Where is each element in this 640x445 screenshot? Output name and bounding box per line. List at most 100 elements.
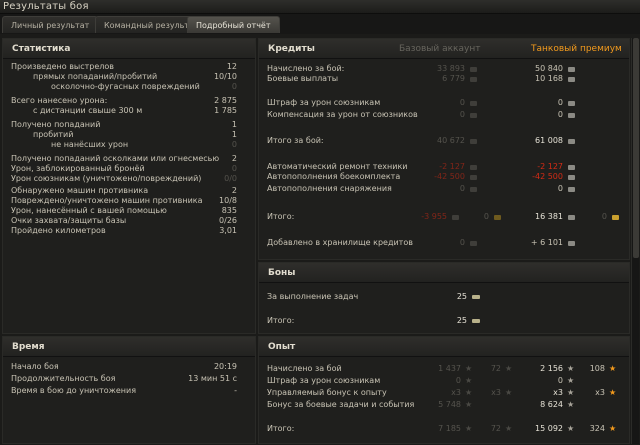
tank-premium-header: Танковый премиум xyxy=(531,44,622,54)
credit-premium-value: 0 xyxy=(557,110,563,119)
time-value: 20:19 xyxy=(213,362,237,371)
credit-label: Автопополнения боекомплекта xyxy=(267,172,401,181)
stat-label: Произведено выстрелов xyxy=(11,62,115,71)
credit-premium-value: -2 127 xyxy=(537,162,563,171)
experience-row: Итого: 7 185 ★ 15 092 ★ 72 ★ 324 ★ xyxy=(267,425,623,435)
bond-row: За выполнение задач 25 xyxy=(267,293,623,303)
xp-star-icon: ★ xyxy=(567,364,575,373)
stat-value: 12 xyxy=(226,62,237,71)
stat-label: Обнаружено машин противника xyxy=(11,186,149,195)
bonds-panel: Боны За выполнение задач 25 Итого: 25 xyxy=(258,262,630,334)
credit-row: Итого за бой: 40 672 61 008 xyxy=(267,137,623,147)
stat-row: осколочно-фугасных повреждений 0 xyxy=(11,83,249,93)
credit-icon xyxy=(568,175,575,180)
experience-premium-value: 0 xyxy=(557,376,563,385)
stat-label: Урон союзникам (уничтожено/повреждений) xyxy=(11,174,202,183)
stat-row: Урон союзникам (уничтожено/повреждений) 0… xyxy=(11,175,249,185)
time-row: Продолжительность боя 13 мин 51 с xyxy=(11,375,249,385)
time-panel: Время Начало боя 20:19 Продолжительность б… xyxy=(2,336,256,444)
xp-star-icon: ★ xyxy=(465,364,473,373)
stat-label: Урон, нанесённый с вашей помощью xyxy=(11,206,167,215)
time-row: Начало боя 20:19 xyxy=(11,363,249,373)
time-value: - xyxy=(234,386,237,395)
credits-header: Кредиты Базовый аккаунт Танковый премиум xyxy=(259,39,629,59)
experience-basic-value: 1 437 xyxy=(438,364,461,373)
bond-label: За выполнение задач xyxy=(267,292,359,301)
scrollbar[interactable] xyxy=(631,38,639,444)
stat-label: Получено попаданий xyxy=(11,120,101,129)
gold-icon xyxy=(612,215,619,220)
credit-label: Штраф за урон союзникам xyxy=(267,98,381,107)
stat-row: не нанёсших урон 0 xyxy=(11,141,249,151)
credit-icon xyxy=(568,187,575,192)
credit-basic-value: 40 672 xyxy=(437,136,465,145)
free-xp-premium-value: 324 xyxy=(589,424,605,433)
credit-icon xyxy=(568,101,575,106)
free-xp-basic-value: 72 xyxy=(490,364,501,373)
gold-icon xyxy=(494,215,501,220)
gold-basic-value: 0 xyxy=(483,212,489,221)
credit-row: Автопополнения снаряжения 0 0 xyxy=(267,185,623,195)
title-bar: Результаты боя xyxy=(0,0,640,14)
stat-label: Всего нанесено урона: xyxy=(11,96,108,105)
stat-label: пробитий xyxy=(33,130,74,139)
battle-results-window: Результаты боя Личный результат Командны… xyxy=(0,0,640,445)
credit-icon xyxy=(568,67,575,72)
credit-basic-value: -2 127 xyxy=(439,162,465,171)
credit-label: Компенсация за урон от союзников xyxy=(267,110,418,119)
stat-row: с дистанции свыше 300 м 1 785 xyxy=(11,107,249,117)
credit-basic-value: 0 xyxy=(459,98,465,107)
stat-value: 0 xyxy=(231,140,237,149)
experience-label: Итого: xyxy=(267,424,295,433)
time-row: Время в бою до уничтожения - xyxy=(11,387,249,397)
stat-value: 1 785 xyxy=(214,106,237,115)
xp-star-icon: ★ xyxy=(567,388,575,397)
credit-basic-value: 0 xyxy=(459,238,465,247)
statistics-header: Статистика xyxy=(3,39,255,59)
stat-value: 2 875 xyxy=(214,96,237,105)
tab-detailed-report[interactable]: Подробный отчёт xyxy=(187,16,280,33)
credit-row: Штраф за урон союзникам 0 0 xyxy=(267,99,623,109)
experience-premium-value: x3 xyxy=(553,388,563,397)
stat-value: 0/26 xyxy=(219,216,237,225)
credit-icon xyxy=(568,77,575,82)
credit-icon xyxy=(470,165,477,170)
credit-icon xyxy=(470,139,477,144)
stat-value: 2 xyxy=(231,186,237,195)
credit-label: Начислено за бой: xyxy=(267,64,345,73)
xp-star-icon: ★ xyxy=(465,376,473,385)
credit-basic-value: 0 xyxy=(459,110,465,119)
tab-personal-result[interactable]: Личный результат xyxy=(2,16,99,33)
experience-panel: Опыт Начислено за бой 1 437 ★ 2 156 ★ 72 ★ 108 ★… xyxy=(258,336,630,444)
xp-star-icon: ★ xyxy=(567,424,575,433)
stat-value: 0/0 xyxy=(224,174,237,183)
free-xp-icon: ★ xyxy=(609,424,617,433)
credit-label: Автопополнения снаряжения xyxy=(267,184,392,193)
stat-label: прямых попаданий/пробитий xyxy=(33,72,158,81)
stat-row: пробитий 1 xyxy=(11,131,249,141)
experience-premium-value: 8 624 xyxy=(540,400,563,409)
experience-row: Управляемый бонус к опыту x3 ★ x3 ★ x3 ★ x3 ★ xyxy=(267,389,623,399)
credit-label: Добавлено в хранилище кредитов xyxy=(267,238,413,247)
stat-value: 3,01 xyxy=(219,226,237,235)
stat-value: 1 xyxy=(231,120,237,129)
credit-premium-value: 10 168 xyxy=(535,74,563,83)
xp-star-icon: ★ xyxy=(567,400,575,409)
bond-value: 25 xyxy=(456,316,467,325)
free-xp-icon: ★ xyxy=(609,364,617,373)
credit-basic-value: -42 500 xyxy=(434,172,465,181)
tab-bar: Личный результат Командный результат Под… xyxy=(0,14,640,34)
time-label: Начало боя xyxy=(11,362,59,371)
free-xp-icon: ★ xyxy=(609,388,617,397)
credit-label: Итого: xyxy=(267,212,295,221)
credit-icon xyxy=(568,241,575,246)
credit-icon xyxy=(470,101,477,106)
credit-label: Итого за бой: xyxy=(267,136,324,145)
experience-row: Начислено за бой 1 437 ★ 2 156 ★ 72 ★ 108 ★ xyxy=(267,365,623,375)
credit-row: Автопополнения боекомплекта -42 500 -42 50… xyxy=(267,173,623,183)
scrollbar-thumb[interactable] xyxy=(633,38,639,258)
credit-label: Автоматический ремонт техники xyxy=(267,162,408,171)
bonds-header: Боны xyxy=(259,263,629,283)
experience-row: Штраф за урон союзникам 0 ★ 0 ★ xyxy=(267,377,623,387)
experience-premium-value: 15 092 xyxy=(535,424,563,433)
